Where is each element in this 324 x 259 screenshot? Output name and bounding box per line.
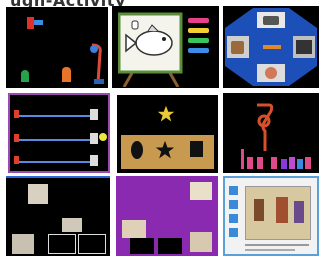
photo-card[interactable]: [62, 218, 82, 232]
pencil-icon: [263, 45, 281, 49]
activity-tile-8[interactable]: [116, 176, 218, 256]
caption-line: [245, 244, 309, 246]
runner-icon: [14, 110, 19, 118]
top-border: [6, 176, 110, 178]
red-pipe-icon: [257, 103, 274, 151]
easel-board-icon: [118, 12, 183, 87]
bar-graph-icon: [241, 149, 315, 169]
marker-yellow-icon[interactable]: [188, 28, 209, 33]
activity-tile-1[interactable]: [6, 7, 108, 88]
sidebar-button[interactable]: [229, 228, 238, 237]
figure-green-icon: [21, 70, 29, 82]
lane-line: [18, 115, 96, 117]
answer-slot[interactable]: [48, 234, 76, 254]
star-target-icon: [157, 105, 175, 122]
activity-tile-4[interactable]: [8, 93, 110, 173]
marker-pink-icon[interactable]: [188, 18, 209, 23]
circle-slot-icon[interactable]: [131, 141, 143, 159]
figure-orange-icon: [62, 67, 71, 82]
lane-line: [18, 161, 96, 163]
answer-slot[interactable]: [130, 238, 154, 254]
activity-tile-9[interactable]: [223, 176, 319, 256]
marker-blue-icon[interactable]: [188, 48, 209, 53]
square-slot-icon[interactable]: [190, 141, 203, 157]
sidebar-button[interactable]: [229, 186, 238, 195]
answer-slot[interactable]: [158, 238, 182, 254]
photo-card[interactable]: [12, 234, 34, 254]
runner-icon: [14, 156, 19, 164]
classroom-scene: [245, 186, 311, 240]
photo-card[interactable]: [122, 220, 146, 238]
lane-line: [18, 139, 96, 141]
ball-icon: [99, 133, 107, 141]
toy-red-icon: [27, 17, 34, 29]
activity-tile-5[interactable]: [117, 95, 218, 173]
activity-tile-7[interactable]: [6, 176, 110, 256]
runner-icon: [14, 134, 19, 142]
bunny-icon: [90, 133, 98, 144]
star-slot-icon[interactable]: [155, 140, 175, 160]
answer-slot[interactable]: [78, 234, 106, 254]
tool-icon[interactable]: [296, 40, 312, 54]
sidebar-button[interactable]: [229, 200, 238, 209]
photo-card[interactable]: [28, 184, 48, 204]
activity-tile-2[interactable]: [112, 6, 219, 88]
photo-card[interactable]: [190, 232, 212, 252]
marker-green-icon[interactable]: [188, 38, 209, 43]
toy-blue-lever-icon: [90, 43, 104, 84]
camera-icon[interactable]: [263, 16, 279, 25]
cake-icon[interactable]: [231, 41, 244, 54]
caption-line: [245, 249, 295, 251]
doll-icon[interactable]: [265, 67, 277, 79]
activity-tile-3[interactable]: [223, 6, 319, 88]
sidebar-button[interactable]: [229, 214, 238, 223]
activity-tile-6[interactable]: [223, 93, 319, 173]
ball-blue-icon: [34, 20, 43, 25]
bunny-icon: [90, 155, 98, 166]
photo-card[interactable]: [190, 182, 212, 200]
bunny-icon: [90, 109, 98, 120]
